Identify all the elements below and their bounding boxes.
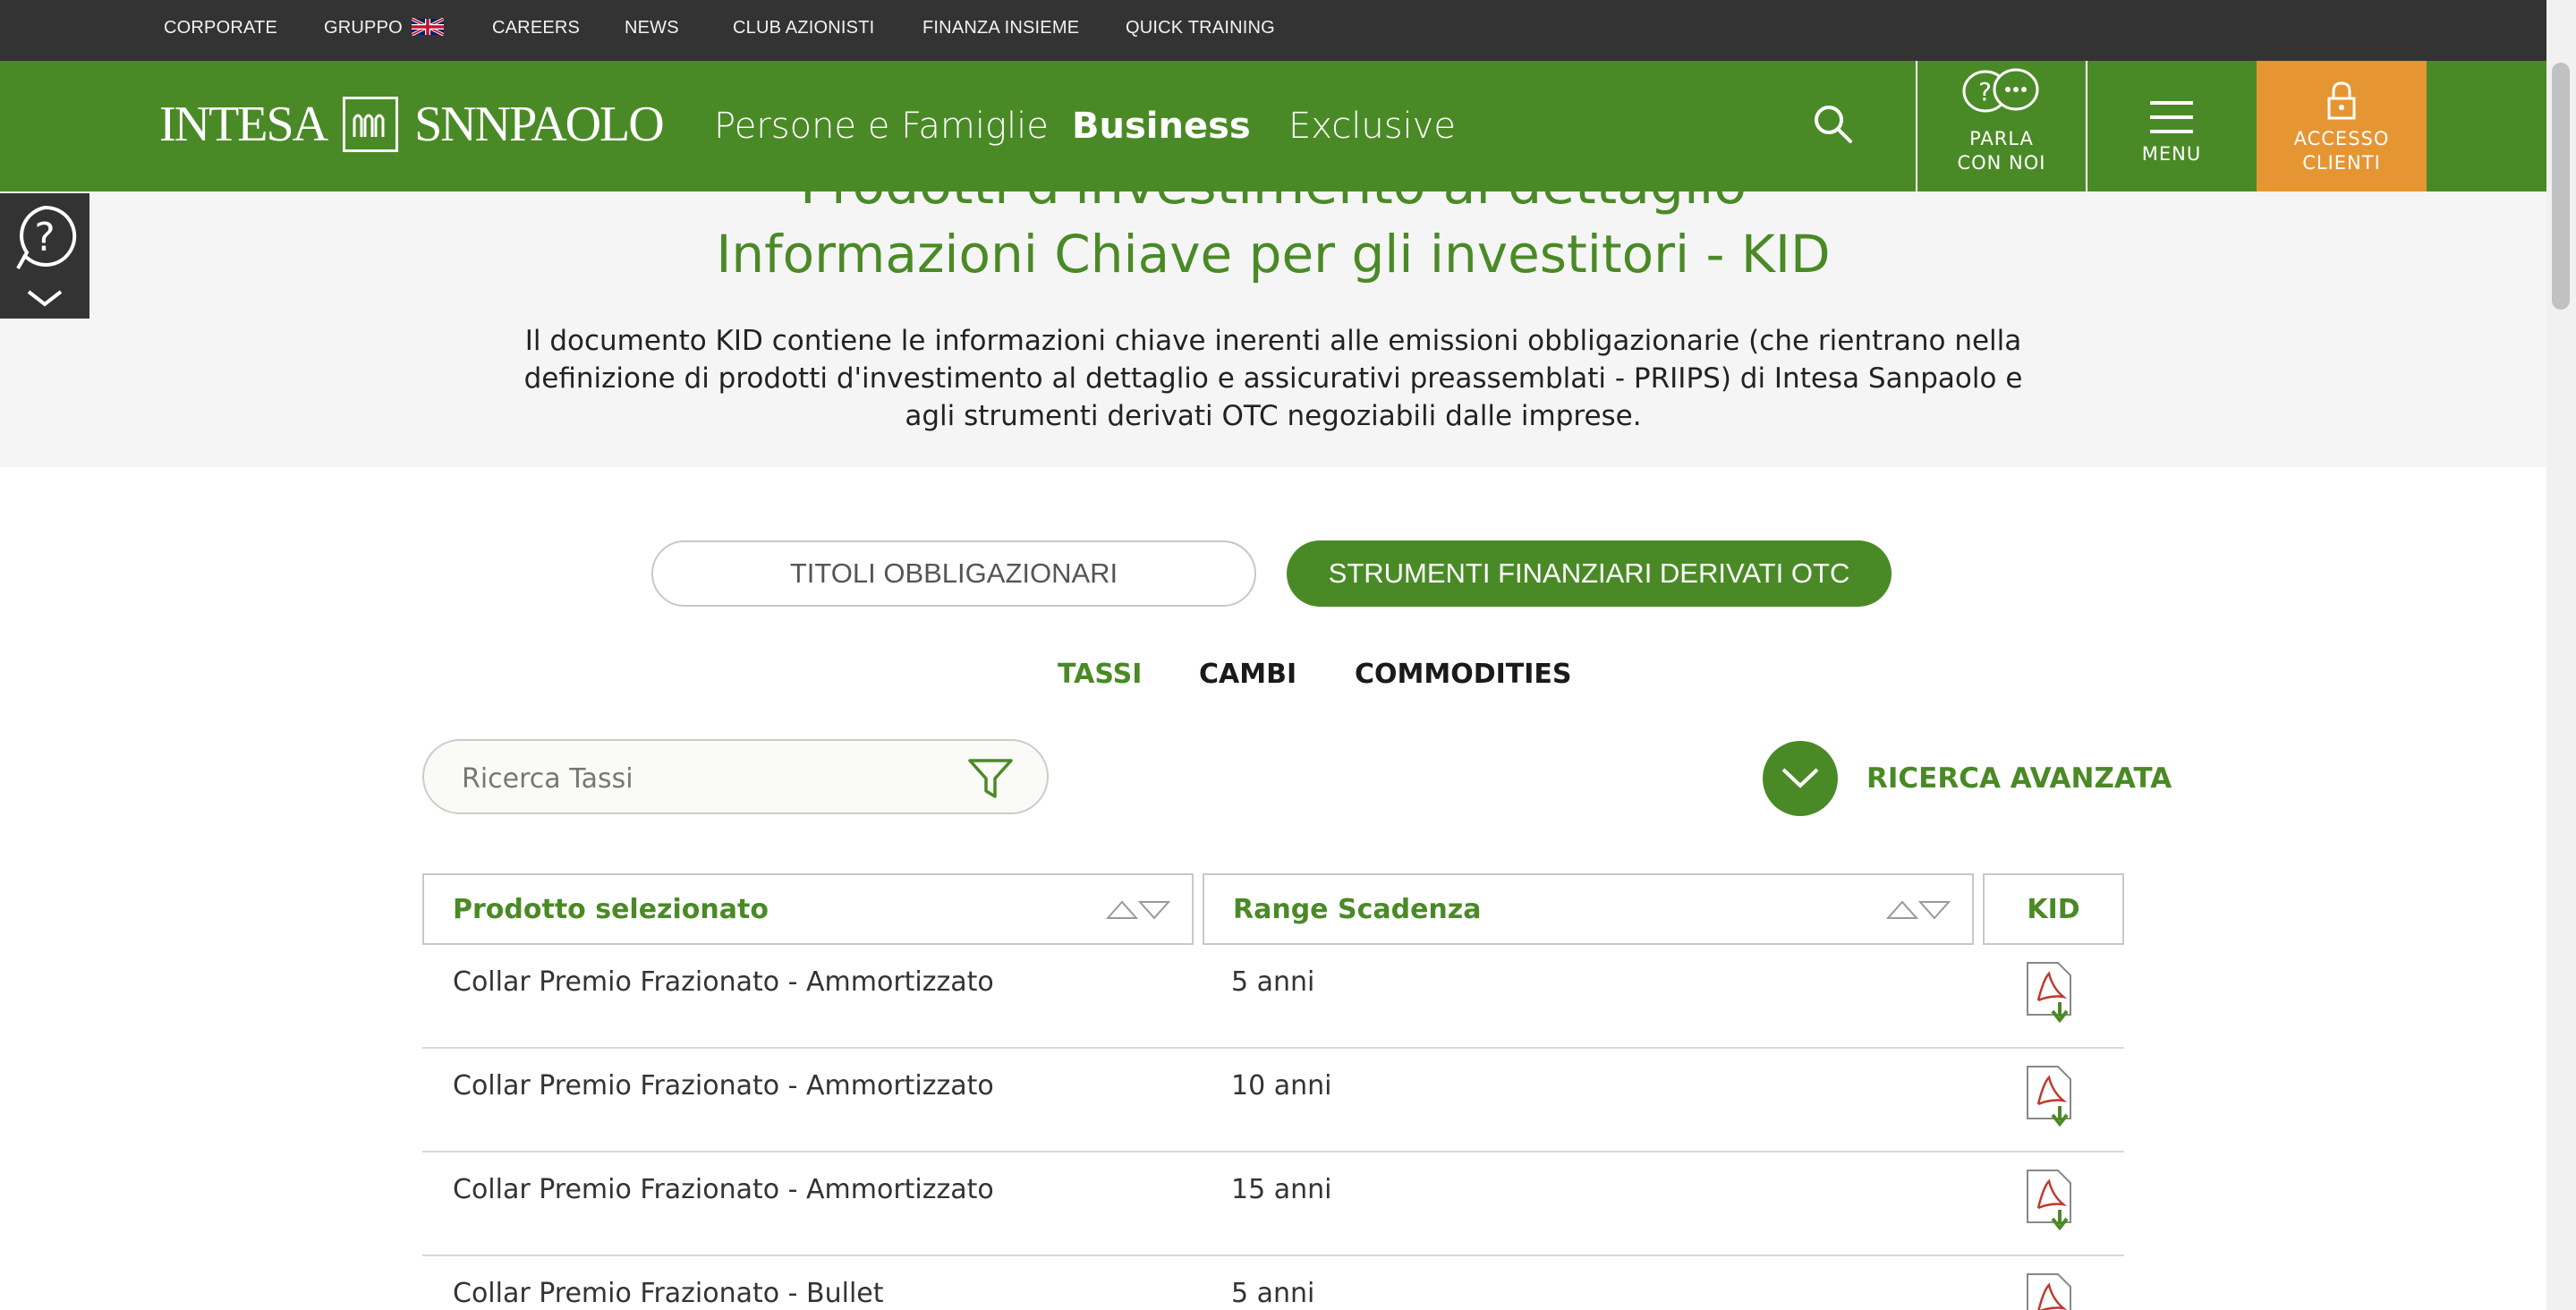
uk-flag-icon xyxy=(411,18,444,36)
product-cell: Collar Premio Frazionato - Ammortizzato xyxy=(453,1070,994,1102)
top-utility-bar: CORPORATE GRUPPO CAREERS NEWS CLUB AZION… xyxy=(0,0,2576,61)
logo-text-left: INTESA xyxy=(159,97,328,152)
main-header: INTESA SNNPAOLO Persone e Famiglie Busin… xyxy=(0,61,2576,191)
topbar-link-careers[interactable]: CAREERS xyxy=(492,18,580,38)
menu-label: MENU xyxy=(2141,143,2202,165)
logo-text-right: SNNPAOLO xyxy=(414,97,665,152)
column-header-range-label: Range Scadenza xyxy=(1233,893,1482,925)
topbar-link-finanza-insieme[interactable]: FINANZA INSIEME xyxy=(922,18,1079,38)
column-header-prodotto-label: Prodotto selezionato xyxy=(453,893,769,925)
tab-tassi[interactable]: TASSI xyxy=(1058,659,1142,690)
ricerca-avanzata-label: RICERCA AVANZATA xyxy=(1866,762,2172,795)
topbar-link-news[interactable]: NEWS xyxy=(625,18,679,38)
chat-bubbles-icon: ? xyxy=(1962,68,2039,113)
hamburger-menu-icon xyxy=(2150,101,2193,133)
product-cell: Collar Premio Frazionato - Ammortizzato xyxy=(453,966,994,998)
hero-section: Prodotti d'investimento al dettaglio Inf… xyxy=(0,191,2546,467)
nav-business[interactable]: Business xyxy=(1072,106,1251,147)
accesso-label-1: ACCESSO xyxy=(2293,128,2390,149)
help-widget[interactable]: ? xyxy=(0,193,89,319)
topbar-link-gruppo[interactable]: GRUPPO xyxy=(324,18,444,38)
product-cell: Collar Premio Frazionato - Ammortizzato xyxy=(453,1174,994,1205)
search-icon[interactable] xyxy=(1807,98,1858,149)
topbar-link-corporate[interactable]: CORPORATE xyxy=(164,18,277,38)
help-question-icon: ? xyxy=(16,205,77,307)
intesa-sanpaolo-logo[interactable]: INTESA SNNPAOLO xyxy=(159,93,665,156)
tab-cambi[interactable]: CAMBI xyxy=(1199,659,1297,690)
topbar-link-gruppo-label: GRUPPO xyxy=(324,18,403,38)
accesso-clienti-button[interactable]: ACCESSO CLIENTI xyxy=(2257,61,2427,191)
logo-mark-icon xyxy=(343,97,399,152)
parla-label-2: CON NOI xyxy=(1957,152,2046,174)
nav-exclusive[interactable]: Exclusive xyxy=(1288,106,1456,147)
page-title: Informazioni Chiave per gli investitori … xyxy=(716,224,1831,285)
range-cell: 5 anni xyxy=(1231,1278,1315,1309)
titoli-obbligazionari-toggle[interactable]: TITOLI OBBLIGAZIONARI xyxy=(651,540,1256,607)
topbar-link-quick-training[interactable]: QUICK TRAINING xyxy=(1126,18,1275,38)
accesso-label-2: CLIENTI xyxy=(2302,152,2381,174)
search-input[interactable] xyxy=(460,757,947,800)
strumenti-derivati-otc-toggle[interactable]: STRUMENTI FINANZIARI DERIVATI OTC xyxy=(1287,540,1892,607)
page-scrollbar[interactable] xyxy=(2546,0,2576,1310)
hero-cut-title: Prodotti d'investimento al dettaglio xyxy=(0,191,2546,217)
svg-text:?: ? xyxy=(1978,77,1993,106)
parla-label-1: PARLA xyxy=(1969,128,2034,149)
range-cell: 5 anni xyxy=(1231,966,1315,998)
search-field xyxy=(422,739,1049,814)
topbar-link-club-azionisti[interactable]: CLUB AZIONISTI xyxy=(733,18,874,38)
filter-funnel-icon[interactable] xyxy=(966,755,1015,802)
pdf-download-icon[interactable] xyxy=(2024,1272,2074,1310)
sort-arrows-icon[interactable] xyxy=(1104,897,1172,923)
page-description: Il documento KID contiene le informazion… xyxy=(523,325,2023,432)
pdf-download-icon[interactable] xyxy=(2024,1065,2074,1127)
table-row: Collar Premio Frazionato - Ammortizzato … xyxy=(422,945,2124,1049)
table-row: Collar Premio Frazionato - Ammortizzato … xyxy=(422,1153,2124,1256)
nav-persone-famiglie[interactable]: Persone e Famiglie xyxy=(714,106,1049,147)
column-header-prodotto[interactable]: Prodotto selezionato xyxy=(422,873,1194,945)
column-header-range-scadenza[interactable]: Range Scadenza xyxy=(1203,873,1974,945)
chevron-down-circle-icon xyxy=(1763,741,1838,816)
parla-con-noi-button[interactable]: ? PARLA CON NOI xyxy=(1916,61,2086,191)
product-cell: Collar Premio Frazionato - Bullet xyxy=(453,1278,884,1309)
ricerca-avanzata-button[interactable]: RICERCA AVANZATA xyxy=(1763,739,2172,818)
pdf-download-icon[interactable] xyxy=(2024,1169,2074,1231)
pdf-download-icon[interactable] xyxy=(2024,961,2074,1024)
menu-button[interactable]: MENU xyxy=(2086,61,2256,191)
scrollbar-thumb[interactable] xyxy=(2552,63,2570,310)
range-cell: 10 anni xyxy=(1231,1070,1332,1102)
table-row: Collar Premio Frazionato - Ammortizzato … xyxy=(422,1049,2124,1153)
lock-icon xyxy=(2327,81,2356,120)
tab-commodities[interactable]: COMMODITIES xyxy=(1355,659,1572,690)
svg-text:?: ? xyxy=(34,215,55,260)
range-cell: 15 anni xyxy=(1231,1174,1332,1205)
table-row: Collar Premio Frazionato - Bullet 5 anni xyxy=(422,1256,2124,1310)
sort-arrows-icon[interactable] xyxy=(1884,897,1952,923)
column-header-kid: KID xyxy=(1983,873,2124,945)
